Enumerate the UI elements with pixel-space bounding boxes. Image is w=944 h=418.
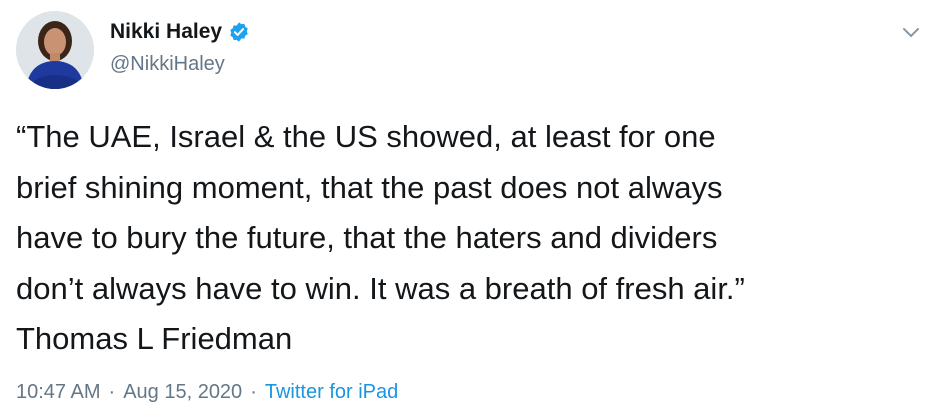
author-handle[interactable]: @NikkiHaley xyxy=(110,51,225,77)
author-name-row[interactable]: Nikki Haley xyxy=(110,18,250,46)
tweet-menu-button[interactable] xyxy=(896,18,926,48)
tweet-text: “The UAE, Israel & the US showed, at lea… xyxy=(16,119,745,356)
meta-separator: · xyxy=(250,381,257,403)
tweet-meta: 10:47 AM · Aug 15, 2020 · Twitter for iP… xyxy=(16,378,398,406)
tweet-time[interactable]: 10:47 AM xyxy=(16,378,101,406)
chevron-down-icon xyxy=(903,28,919,37)
tweet-card: Nikki Haley @NikkiHaley “The UAE, Israel… xyxy=(0,0,944,418)
display-name[interactable]: Nikki Haley xyxy=(110,18,222,46)
meta-separator: · xyxy=(108,381,116,403)
avatar-photo xyxy=(16,11,94,89)
verified-badge-icon xyxy=(228,21,250,43)
tweet-date[interactable]: Aug 15, 2020 xyxy=(123,378,242,406)
tweet-source-link[interactable]: Twitter for iPad xyxy=(265,378,398,406)
avatar[interactable] xyxy=(16,11,94,89)
